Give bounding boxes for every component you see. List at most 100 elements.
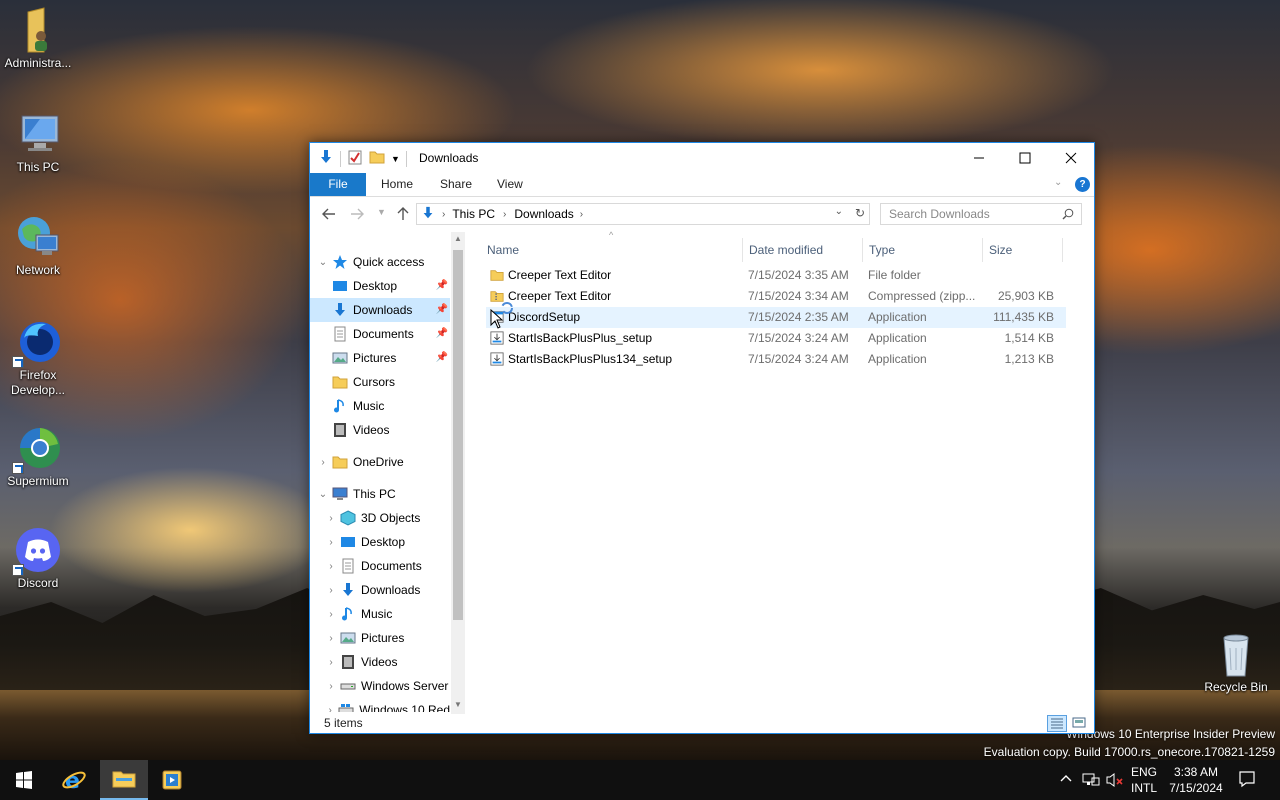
file-row[interactable]: DiscordSetup 7/15/2024 2:35 AM Applicati… (486, 302, 1066, 329)
network-status-icon[interactable] (1082, 772, 1100, 791)
breadcrumb-this-pc[interactable]: This PC (452, 207, 495, 221)
breadcrumb-chevron-icon[interactable]: › (503, 209, 506, 220)
close-button[interactable] (1048, 143, 1094, 173)
address-dropdown-chevron-icon[interactable]: ⌄ (835, 206, 843, 217)
nav-pc-downloads[interactable]: › Downloads (310, 578, 450, 602)
nav-this-pc[interactable]: ⌄ This PC (310, 482, 450, 506)
title-bar[interactable]: ▼ Downloads (310, 143, 1094, 173)
start-button[interactable] (0, 760, 48, 800)
tab-view[interactable]: View (483, 173, 537, 196)
up-arrow-icon[interactable] (396, 207, 410, 224)
nav-qa-music[interactable]: Music (310, 394, 450, 418)
desktop-icon-discord[interactable]: Discord (0, 526, 76, 591)
internet-explorer-button[interactable]: e (50, 760, 98, 800)
nav-qa-desktop[interactable]: Desktop 📌 (310, 274, 450, 298)
collapsed-chevron-icon[interactable]: › (318, 457, 328, 468)
properties-icon[interactable] (347, 149, 363, 168)
column-header-name[interactable]: Name (481, 238, 743, 262)
search-input[interactable]: Search Downloads (880, 203, 1082, 225)
nav-qa-videos[interactable]: Videos (310, 418, 450, 442)
new-folder-icon[interactable] (369, 149, 385, 168)
nav-pc-3d-objects[interactable]: › 3D Objects (310, 506, 450, 530)
breadcrumb-chevron-icon[interactable]: › (580, 209, 583, 220)
breadcrumb-downloads[interactable]: Downloads (514, 207, 573, 221)
media-player-button[interactable] (148, 760, 196, 800)
help-icon[interactable]: ? (1075, 177, 1090, 192)
nav-pc-videos[interactable]: › Videos (310, 650, 450, 674)
shortcut-arrow-icon (12, 564, 24, 576)
nav-qa-documents[interactable]: Documents 📌 (310, 322, 450, 346)
desktop-icon-supermium[interactable]: Supermium (0, 424, 76, 489)
scroll-up-arrow-icon[interactable]: ▲ (454, 234, 462, 243)
file-name: StartIsBackPlusPlus_setup (508, 331, 653, 345)
nav-qa-downloads[interactable]: Downloads 📌 (310, 298, 450, 322)
expand-chevron-icon[interactable]: ⌄ (318, 489, 328, 500)
desktop-icon-administrator[interactable]: Administra... (0, 6, 76, 71)
file-row[interactable]: StartIsBackPlusPlus_setup 7/15/2024 3:24… (486, 328, 1066, 349)
volume-muted-icon[interactable] (1106, 772, 1124, 791)
collapsed-chevron-icon[interactable]: › (326, 705, 334, 713)
collapsed-chevron-icon[interactable]: › (326, 537, 336, 548)
clock[interactable]: 3:38 AM 7/15/2024 (1164, 764, 1228, 796)
scroll-down-arrow-icon[interactable]: ▼ (454, 700, 462, 709)
collapsed-chevron-icon[interactable]: › (326, 657, 336, 668)
collapsed-chevron-icon[interactable]: › (326, 561, 336, 572)
address-bar[interactable]: › This PC › Downloads › ⌄ ↻ (416, 203, 870, 225)
tab-share[interactable]: Share (426, 173, 486, 196)
firefox-developer-icon (12, 318, 62, 368)
file-size: 1,213 KB (1004, 352, 1054, 366)
nav-label: Downloads (353, 303, 413, 317)
forward-arrow-icon[interactable] (350, 207, 364, 224)
scrollbar-thumb[interactable] (453, 250, 463, 620)
collapsed-chevron-icon[interactable]: › (326, 633, 336, 644)
collapsed-chevron-icon[interactable]: › (326, 609, 336, 620)
back-arrow-icon[interactable] (322, 207, 336, 224)
input-language-indicator[interactable]: ENG INTL (1128, 764, 1160, 796)
explorer-window[interactable]: ▼ Downloads File Home Share View ⌄ ? ▼ ›… (309, 142, 1095, 734)
file-row[interactable]: StartIsBackPlusPlus134_setup 7/15/2024 3… (486, 349, 1066, 370)
large-icons-view-button[interactable] (1070, 715, 1090, 732)
breadcrumb-chevron-icon[interactable]: › (442, 209, 445, 220)
nav-onedrive[interactable]: › OneDrive (310, 450, 450, 474)
file-explorer-button[interactable] (100, 760, 148, 800)
customize-qat-chevron-icon[interactable]: ▼ (391, 154, 400, 164)
minimize-button[interactable] (956, 143, 1002, 173)
column-header-type[interactable]: Type (863, 238, 983, 262)
show-hidden-icons-chevron-icon[interactable] (1060, 772, 1072, 787)
collapsed-chevron-icon[interactable]: › (326, 681, 336, 692)
file-row[interactable]: Creeper Text Editor 7/15/2024 3:35 AM Fi… (486, 265, 1066, 286)
details-view-button[interactable] (1047, 715, 1067, 732)
desktop-icon-recycle-bin[interactable]: Recycle Bin (1198, 630, 1274, 695)
column-header-date-modified[interactable]: Date modified (743, 238, 863, 262)
file-row[interactable]: Creeper Text Editor 7/15/2024 3:34 AM Co… (486, 286, 1066, 307)
music-icon (332, 398, 348, 414)
nav-pc-windows-server-drive[interactable]: › Windows Server (310, 674, 450, 698)
expand-ribbon-chevron-icon[interactable]: ⌄ (1054, 177, 1062, 188)
downloads-arrow-icon[interactable] (318, 149, 334, 168)
nav-label: Pictures (361, 631, 405, 645)
pin-icon: 📌 (435, 280, 448, 291)
nav-qa-cursors[interactable]: Cursors (310, 370, 450, 394)
desktop-icon-this-pc[interactable]: This PC (0, 110, 76, 175)
nav-pc-music[interactable]: › Music (310, 602, 450, 626)
pin-icon: 📌 (435, 352, 448, 363)
nav-pc-documents[interactable]: › Documents (310, 554, 450, 578)
collapsed-chevron-icon[interactable]: › (326, 585, 336, 596)
expand-chevron-icon[interactable]: ⌄ (318, 257, 328, 268)
tab-home[interactable]: Home (367, 173, 427, 196)
action-center-icon[interactable] (1238, 770, 1256, 791)
collapsed-chevron-icon[interactable]: › (326, 513, 336, 524)
nav-qa-pictures[interactable]: Pictures 📌 (310, 346, 450, 370)
nav-pc-desktop[interactable]: › Desktop (310, 530, 450, 554)
nav-pc-pictures[interactable]: › Pictures (310, 626, 450, 650)
desktop-icon-firefox-developer[interactable]: Firefox Develop... (0, 318, 76, 398)
recent-locations-chevron-icon[interactable]: ▼ (377, 207, 386, 217)
navigation-scrollbar[interactable]: ▲ ▼ (451, 232, 465, 714)
nav-quick-access[interactable]: ⌄ Quick access (310, 250, 450, 274)
column-header-size[interactable]: Size (983, 238, 1063, 262)
nav-pc-windows-10-drive[interactable]: › Windows 10 Red (310, 698, 450, 712)
maximize-button[interactable] (1002, 143, 1048, 173)
desktop-icon-network[interactable]: Network (0, 213, 76, 278)
tab-file[interactable]: File (310, 173, 366, 196)
refresh-icon[interactable]: ↻ (855, 206, 865, 220)
